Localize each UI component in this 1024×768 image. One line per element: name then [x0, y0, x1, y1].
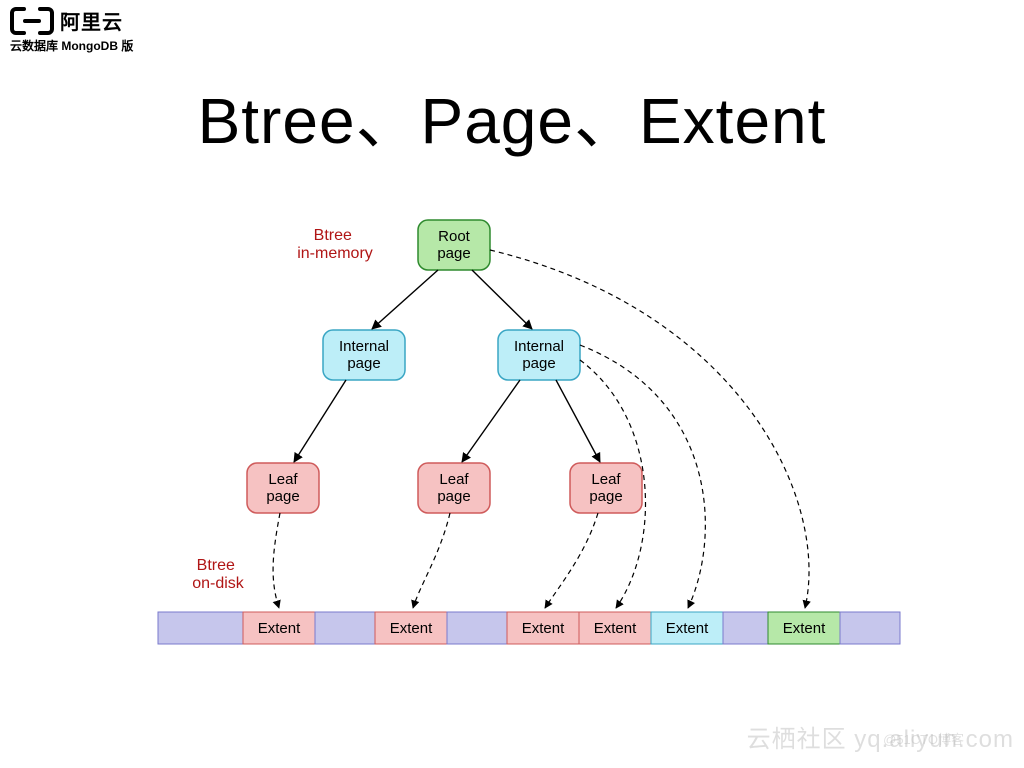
node-internal-page-2: Internalpage	[498, 330, 580, 380]
tree-edges-dashed	[273, 250, 809, 608]
label-in-memory: Btree in-memory	[297, 227, 373, 262]
node-leaf-page-3: Leafpage	[570, 463, 642, 513]
svg-text:Leafpage: Leafpage	[266, 471, 299, 505]
svg-text:Extent: Extent	[390, 620, 433, 637]
label-on-disk: Btree on-disk	[192, 557, 245, 592]
svg-text:Extent: Extent	[783, 620, 826, 637]
svg-text:Extent: Extent	[666, 620, 709, 637]
watermark-sub: @51CTO博客	[883, 729, 964, 748]
svg-text:Extent: Extent	[258, 620, 301, 637]
node-leaf-page-1: Leafpage	[247, 463, 319, 513]
node-internal-page-1: Internalpage	[323, 330, 405, 380]
svg-text:Extent: Extent	[594, 620, 637, 637]
svg-text:Leafpage: Leafpage	[437, 471, 470, 505]
node-leaf-page-2: Leafpage	[418, 463, 490, 513]
svg-text:Rootpage: Rootpage	[437, 228, 470, 262]
node-root-page: Rootpage	[418, 220, 490, 270]
btree-diagram: Btree in-memory Btree on-disk Rootpage I…	[0, 0, 1024, 768]
svg-text:Extent: Extent	[522, 620, 565, 637]
svg-text:Leafpage: Leafpage	[589, 471, 622, 505]
watermark-main: 云栖社区 yq.aliyun.com	[747, 719, 1014, 754]
disk-extents-bar: Extent Extent Extent Extent Extent Exten…	[158, 612, 900, 644]
